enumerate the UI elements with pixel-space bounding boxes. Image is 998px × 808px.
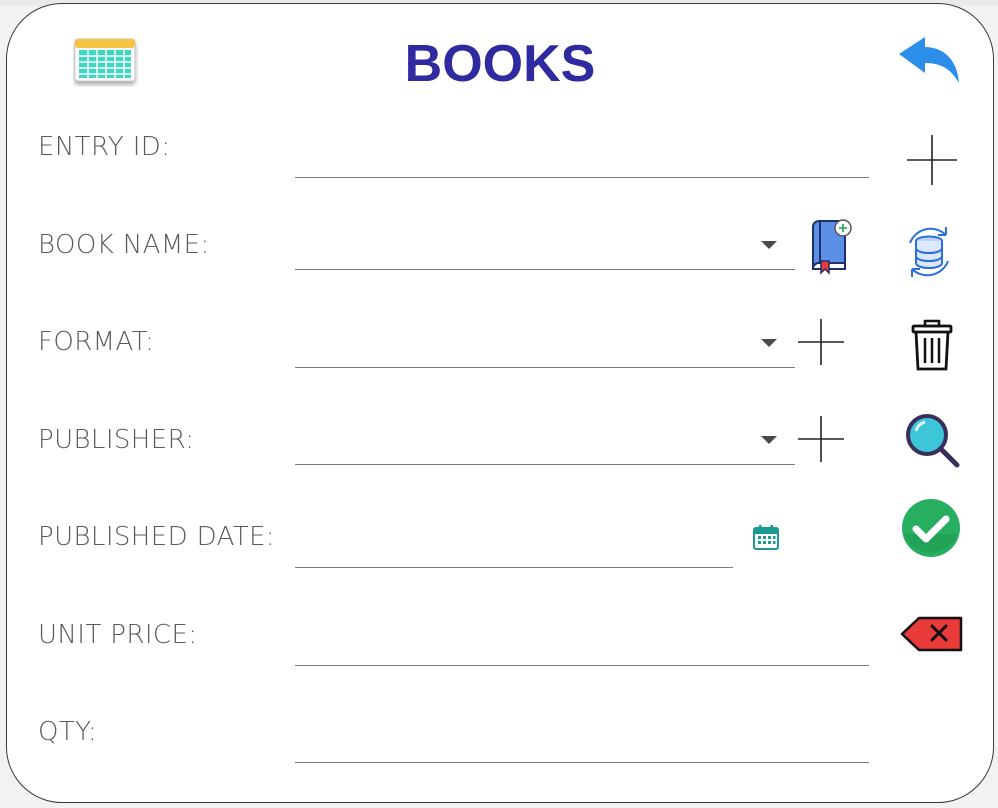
search-icon[interactable] <box>903 411 961 469</box>
undo-arrow-icon[interactable] <box>895 35 963 87</box>
books-form-window: BOOKS ENTRY ID: BOOK NAME: FORMAT: PUBLI… <box>6 3 994 803</box>
published-date-input[interactable] <box>295 567 733 568</box>
format-label: FORMAT: <box>38 327 155 357</box>
add-book-icon[interactable] <box>807 217 857 275</box>
book-name-combobox[interactable] <box>295 269 795 270</box>
publisher-label: PUBLISHER: <box>38 425 195 455</box>
publisher-dropdown-caret[interactable] <box>761 436 777 444</box>
page-title: BOOKS <box>404 35 596 93</box>
format-combobox[interactable] <box>295 367 795 368</box>
database-refresh-icon[interactable] <box>900 223 958 281</box>
qty-label: QTY: <box>38 717 98 747</box>
add-publisher-icon[interactable] <box>796 414 846 464</box>
published-date-label: PUBLISHED DATE: <box>38 522 276 552</box>
add-format-icon[interactable] <box>796 317 846 367</box>
entry-id-input[interactable] <box>295 177 869 178</box>
qty-input[interactable] <box>295 762 869 763</box>
unit-price-input[interactable] <box>295 665 869 666</box>
format-dropdown-caret[interactable] <box>761 339 777 347</box>
add-icon[interactable] <box>905 133 959 187</box>
book-name-label: BOOK NAME: <box>38 230 210 260</box>
unit-price-label: UNIT PRICE: <box>38 620 198 650</box>
calendar-icon[interactable] <box>752 523 780 551</box>
book-name-dropdown-caret[interactable] <box>761 241 777 249</box>
entry-id-label: ENTRY ID: <box>38 132 171 162</box>
check-icon[interactable] <box>901 498 961 558</box>
trash-icon[interactable] <box>911 317 953 373</box>
publisher-combobox[interactable] <box>295 464 795 465</box>
clear-icon[interactable] <box>899 615 965 655</box>
